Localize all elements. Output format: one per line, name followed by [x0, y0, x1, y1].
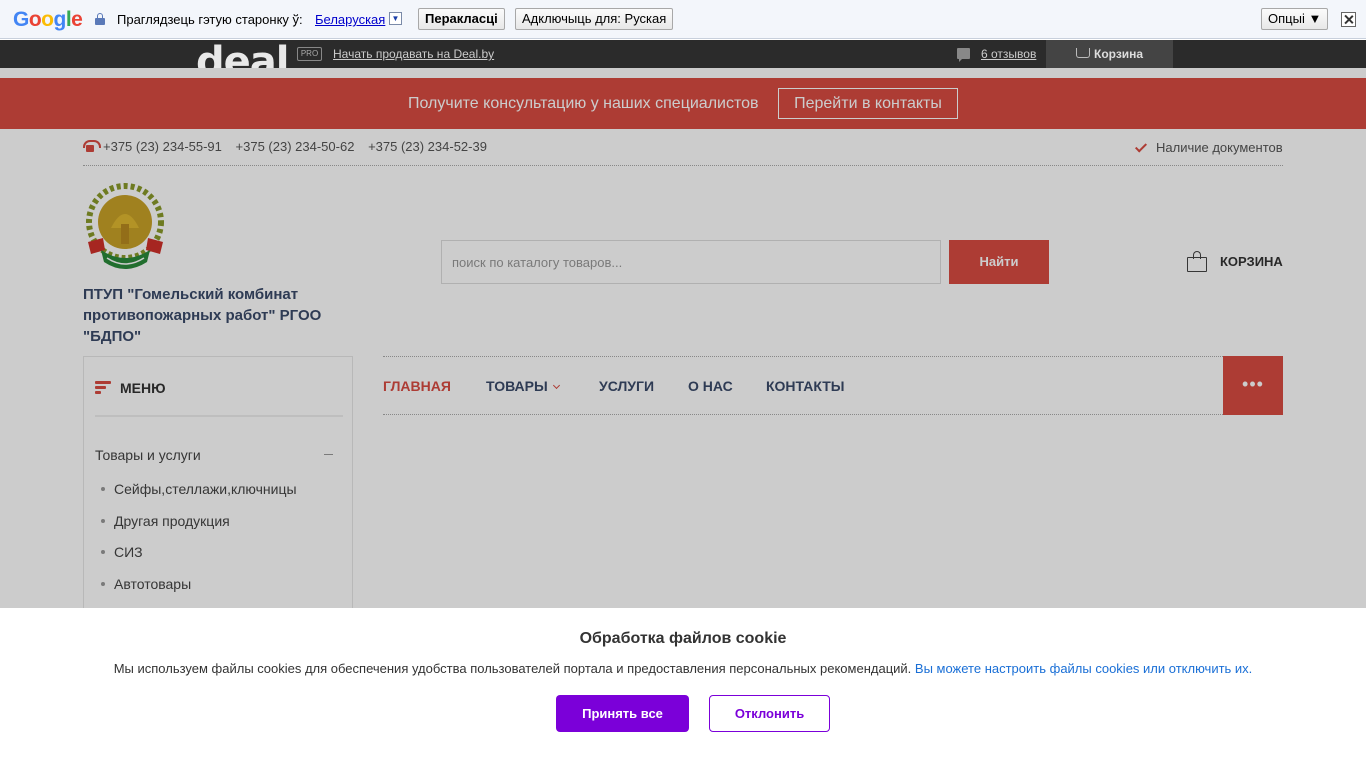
chevron-down-icon — [552, 381, 560, 390]
phone-list: +375 (23) 234-55-91 +375 (23) 234-50-62 … — [103, 139, 497, 154]
company-name[interactable]: ПТУП "Гомельский комбинат противопожарны… — [83, 284, 343, 347]
company-emblem[interactable] — [83, 180, 168, 277]
cookie-text: Мы используем файлы cookies для обеспече… — [0, 661, 1366, 676]
shopping-bag-icon[interactable] — [1187, 251, 1207, 272]
sidebar-group-products[interactable]: Товары и услуги — [95, 447, 201, 463]
phone-number[interactable]: +375 (23) 234-55-91 — [103, 139, 222, 154]
check-icon — [1134, 140, 1148, 153]
divider — [383, 356, 1223, 357]
divider — [83, 165, 1283, 166]
phone-number[interactable]: +375 (23) 234-52-39 — [368, 139, 487, 154]
language-dropdown-icon[interactable]: ▼ — [389, 12, 402, 25]
cookie-banner: Обработка файлов cookie Мы используем фа… — [0, 608, 1366, 768]
sidebar-item-label: Другая продукция — [114, 513, 230, 529]
sidebar-menu: МЕНЮ Товары и услуги Сейфы,стеллажи,ключ… — [83, 356, 353, 616]
sidebar-item-label: Сейфы,стеллажи,ключницы — [114, 481, 297, 497]
cookie-settings-link[interactable]: Вы можете настроить файлы cookies или от… — [915, 661, 1252, 676]
deal-cart-label: Корзина — [1094, 47, 1144, 61]
accept-all-button[interactable]: Принять все — [556, 695, 689, 732]
nav-products[interactable]: ТОВАРЫ — [486, 378, 560, 394]
search-input[interactable] — [441, 240, 941, 284]
nav-contacts[interactable]: КОНТАКТЫ — [766, 378, 844, 394]
search-button[interactable]: Найти — [949, 240, 1049, 284]
lock-icon — [95, 13, 105, 25]
translate-button[interactable]: Перакласці — [418, 8, 505, 30]
menu-title: МЕНЮ — [120, 380, 166, 396]
menu-icon — [95, 381, 111, 395]
more-icon[interactable]: ••• — [1223, 356, 1283, 415]
reviews-link[interactable]: 6 отзывов — [981, 47, 1036, 61]
nav-services[interactable]: УСЛУГИ — [599, 378, 654, 394]
google-logo: Google — [13, 8, 83, 31]
divider — [383, 414, 1223, 415]
consult-text: Получите консультацию у наших специалист… — [408, 95, 759, 112]
sidebar-item[interactable]: Сейфы,стеллажи,ключницы — [95, 481, 297, 497]
comment-icon — [957, 48, 970, 62]
sidebar-item[interactable]: Автотовары — [95, 576, 191, 592]
start-selling-link[interactable]: Начать продавать на Deal.by — [333, 47, 494, 61]
contacts-button[interactable]: Перейти в контакты — [778, 88, 958, 119]
sidebar-item-label: Автотовары — [114, 576, 192, 592]
deal-cart-button[interactable]: Корзина — [1046, 40, 1173, 68]
disable-translate-button[interactable]: Адключыць для: Руская — [515, 8, 674, 30]
language-link[interactable]: Беларуская — [315, 12, 385, 27]
options-button[interactable]: Опцыі ▼ — [1261, 8, 1329, 30]
decline-button[interactable]: Отклонить — [709, 695, 830, 732]
divider — [95, 415, 343, 417]
close-icon[interactable] — [1341, 12, 1356, 27]
nav-home[interactable]: ГЛАВНАЯ — [383, 378, 451, 394]
consult-banner: Получите консультацию у наших специалист… — [0, 78, 1366, 129]
sidebar-item-label: СИЗ — [114, 544, 143, 560]
nav-about[interactable]: О НАС — [688, 378, 733, 394]
translate-bar: Google Праглядзець гэтую старонку ў: Бел… — [0, 0, 1366, 39]
cart-icon — [1076, 48, 1090, 58]
cookie-description: Мы используем файлы cookies для обеспече… — [113, 661, 912, 676]
phone-number[interactable]: +375 (23) 234-50-62 — [236, 139, 355, 154]
phone-icon — [83, 140, 101, 152]
pro-badge: PRO — [297, 47, 322, 61]
documents-link[interactable]: Наличие документов — [1156, 140, 1283, 155]
nav-products-label: ТОВАРЫ — [486, 378, 548, 394]
collapse-icon[interactable] — [324, 454, 333, 455]
deal-logo[interactable]: deal — [196, 40, 288, 68]
translate-prompt: Праглядзець гэтую старонку ў: — [117, 12, 303, 27]
cookie-title: Обработка файлов cookie — [579, 630, 787, 647]
sidebar-item[interactable]: Другая продукция — [95, 513, 230, 529]
cart-link[interactable]: КОРЗИНА — [1220, 254, 1283, 269]
sidebar-item[interactable]: СИЗ — [95, 544, 143, 560]
